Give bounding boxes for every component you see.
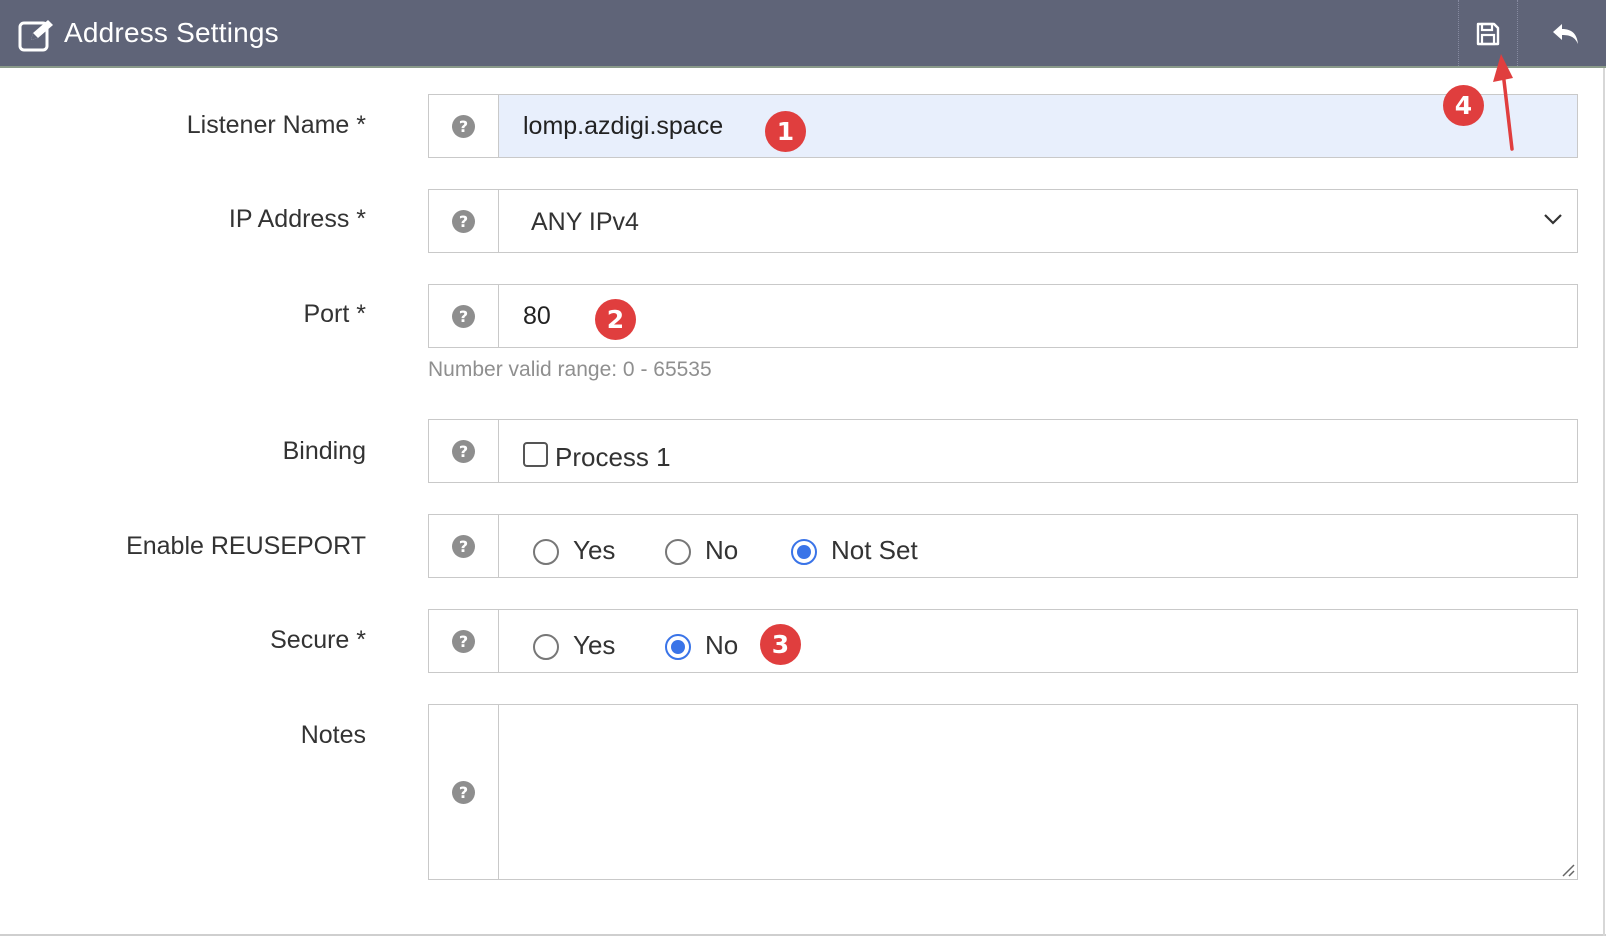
port-input-wrap (499, 285, 1577, 347)
listener-name-input-wrap (499, 95, 1577, 157)
port-input[interactable] (499, 285, 1577, 347)
port-help[interactable]: ? (429, 285, 499, 347)
secure-no-radio[interactable] (665, 634, 691, 660)
notes-help[interactable]: ? (429, 705, 499, 879)
reuseport-no-radio[interactable] (665, 539, 691, 565)
save-button[interactable] (1470, 16, 1506, 52)
save-icon (1476, 22, 1500, 46)
secure-label: Secure * (270, 626, 366, 654)
listener-name-field: ? (428, 94, 1578, 158)
secure-yes-label[interactable]: Yes (573, 630, 615, 661)
panel-bottom-border (0, 934, 1606, 936)
notes-textarea[interactable] (499, 705, 1577, 879)
annotation-badge-1: 1 (765, 111, 806, 152)
secure-field: ? Yes No (428, 609, 1578, 673)
annotation-badge-3: 3 (760, 624, 801, 665)
undo-icon (1553, 24, 1578, 44)
help-icon: ? (452, 629, 475, 653)
help-icon: ? (452, 114, 475, 138)
notes-label: Notes (300, 721, 366, 749)
reuseport-label: Enable REUSEPORT (126, 532, 366, 560)
listener-name-label: Listener Name * (186, 111, 366, 139)
reuseport-no-label[interactable]: No (705, 535, 738, 566)
toolbar-divider (1458, 0, 1459, 66)
secure-yes-radio[interactable] (533, 634, 559, 660)
binding-field: ? Process 1 (428, 419, 1578, 483)
process-1-checkbox[interactable] (523, 442, 548, 467)
ip-address-field: ? ANY IPv4 (428, 189, 1578, 253)
port-label: Port * (303, 300, 366, 328)
ip-address-select[interactable]: ANY IPv4 (499, 190, 1577, 252)
secure-help[interactable]: ? (429, 610, 499, 672)
chevron-down-icon (1544, 214, 1562, 225)
help-icon: ? (452, 534, 475, 558)
reuseport-yes-label[interactable]: Yes (573, 535, 615, 566)
secure-radio-group: Yes No (499, 610, 1577, 672)
binding-label: Binding (282, 437, 366, 465)
reuseport-help[interactable]: ? (429, 515, 499, 577)
address-settings-panel: Address Settings Listener Name * ? IP Ad… (0, 0, 1606, 940)
reuseport-notset-radio[interactable] (791, 539, 817, 565)
ip-address-help[interactable]: ? (429, 190, 499, 252)
help-icon: ? (452, 439, 475, 463)
reuseport-radio-group: Yes No Not Set (499, 515, 1577, 577)
binding-help[interactable]: ? (429, 420, 499, 482)
help-icon: ? (452, 304, 475, 328)
help-icon: ? (452, 780, 475, 804)
reuseport-notset-label[interactable]: Not Set (831, 535, 918, 566)
help-icon: ? (452, 209, 475, 233)
notes-textarea-wrap (499, 705, 1577, 879)
title-bar: Address Settings (0, 0, 1606, 68)
ip-address-selected: ANY IPv4 (531, 208, 639, 236)
edit-icon (18, 20, 53, 52)
back-button[interactable] (1548, 16, 1584, 52)
process-1-label[interactable]: Process 1 (555, 442, 671, 473)
resize-handle-icon[interactable] (1559, 861, 1575, 877)
listener-name-help[interactable]: ? (429, 95, 499, 157)
page-title: Address Settings (64, 17, 279, 48)
listener-name-input[interactable] (499, 95, 1577, 157)
panel-right-border (1603, 68, 1605, 936)
reuseport-yes-radio[interactable] (533, 539, 559, 565)
annotation-badge-2: 2 (595, 299, 636, 340)
reuseport-field: ? Yes No Not Set (428, 514, 1578, 578)
ip-address-label: IP Address * (228, 205, 366, 233)
notes-field: ? (428, 704, 1578, 880)
binding-options: Process 1 (499, 420, 1577, 482)
secure-no-label[interactable]: No (705, 630, 738, 661)
annotation-badge-4: 4 (1443, 85, 1484, 126)
annotation-arrow-icon (1493, 54, 1514, 151)
port-hint: Number valid range: 0 - 65535 (428, 358, 712, 381)
